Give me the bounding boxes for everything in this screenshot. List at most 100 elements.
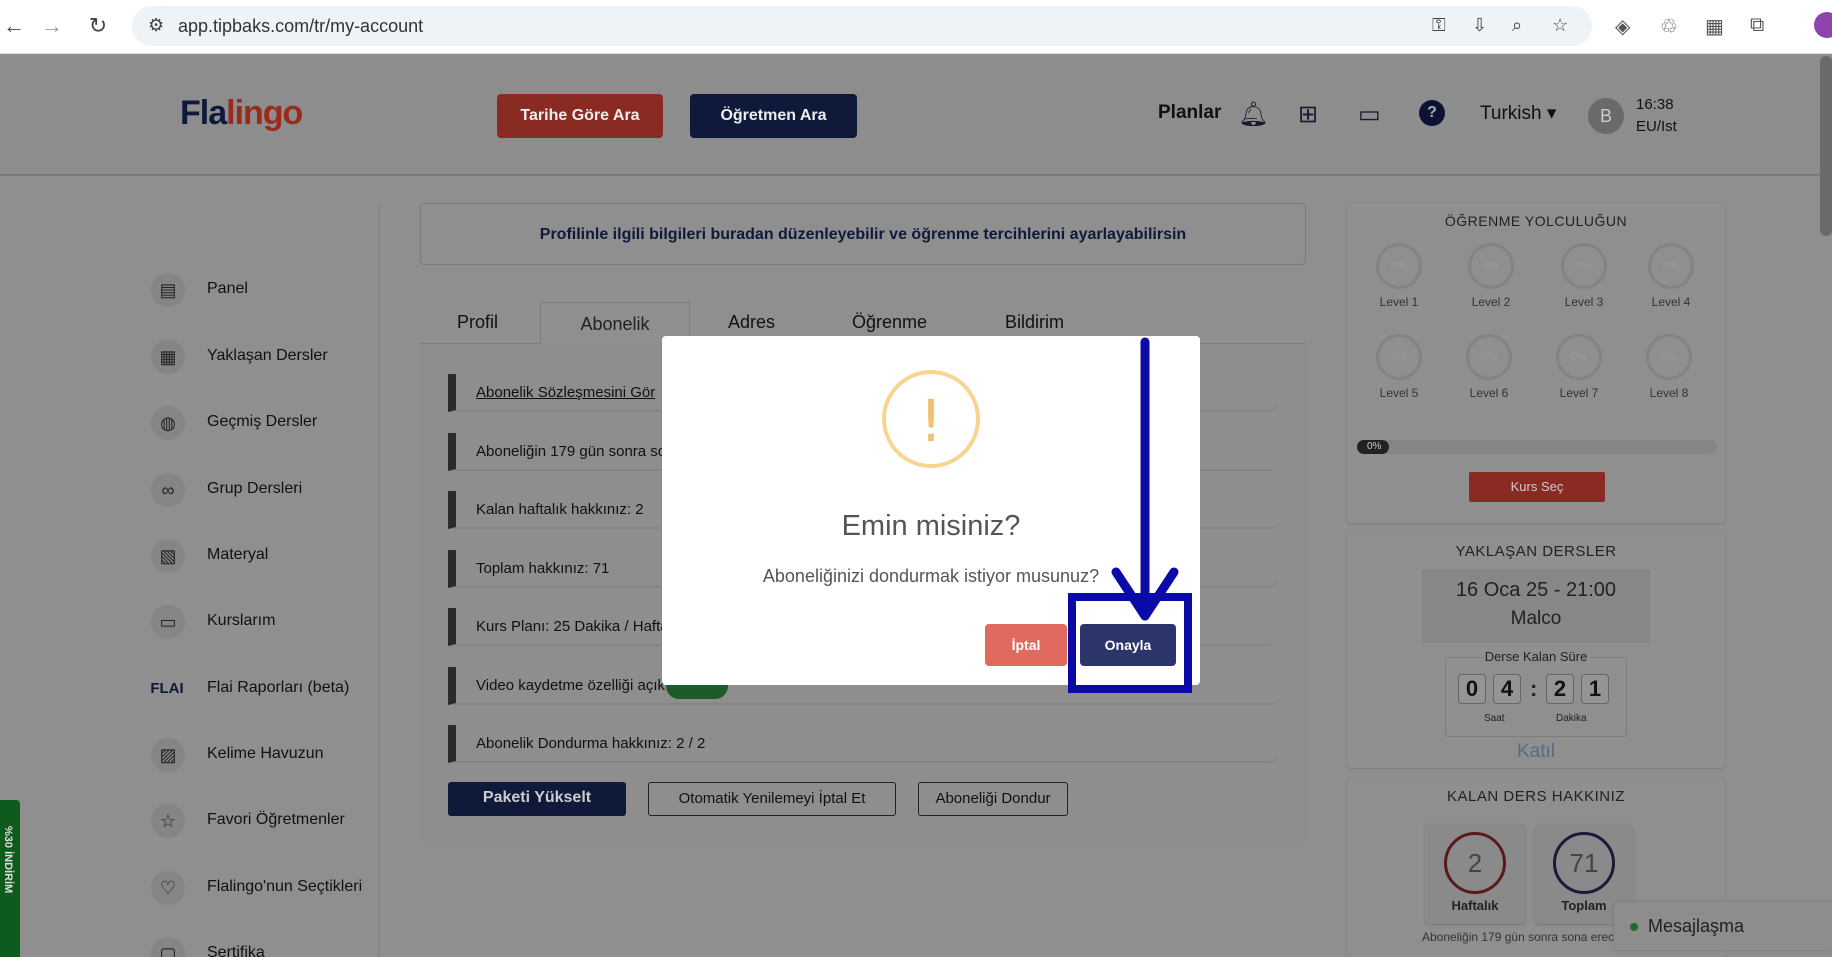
qr-code-icon[interactable]: ▦ [1705,14,1724,39]
sidebar-item-certificate[interactable]: ▢ Sertifika [151,933,381,957]
sidebar-item-group-lessons[interactable]: ∞ Grup Dersleri [151,469,381,509]
bookmark-star-icon[interactable]: ☆ [1552,15,1568,36]
level-badge[interactable]: 0% Level 6 [1465,334,1513,400]
level-badge[interactable]: 0% Level 7 [1555,334,1603,400]
browser-profile-avatar[interactable] [1814,12,1832,38]
sidebar-item-flai-reports[interactable]: FLAI Flai Raporları (beta) [150,668,381,708]
subscription-expiry-text: Aboneliğin 179 gün sonra so [476,443,667,460]
sidebar: ▤ Panel ▦ Yaklaşan Dersler ◍ Geçmiş Ders… [137,203,380,957]
countdown-separator: : [1530,676,1538,701]
forward-icon[interactable]: → [38,12,66,40]
group-icon: ∞ [151,473,185,507]
document-icon: ▧ [151,539,185,573]
sidebar-item-panel[interactable]: ▤ Panel [151,269,381,309]
plans-link[interactable]: Planlar [1158,102,1221,124]
annotation-arrow-icon [1111,337,1179,621]
reload-icon[interactable]: ↻ [84,12,112,40]
sidebar-item-past-lessons[interactable]: ◍ Geçmiş Dersler [151,402,381,442]
sidebar-item-material[interactable]: ▧ Materyal [151,535,381,575]
cancel-auto-renew-button[interactable]: Otomatik Yenilemeyi İptal Et [648,782,896,816]
sidebar-item-label: Materyal [207,546,269,563]
course-plan-text: Kurs Planı: 25 Dakika / Hafta [476,618,669,635]
search-by-date-button[interactable]: Tarihe Göre Ara [497,94,663,138]
gift-icon[interactable]: ⊞ [1298,100,1318,129]
sidebar-item-label: Flai Raporları (beta) [207,679,350,696]
sidebar-item-upcoming-lessons[interactable]: ▦ Yaklaşan Dersler [151,336,381,376]
extensions-puzzle-icon[interactable]: ⧉ [1750,14,1764,37]
countdown-unit-minutes: Dakika [1556,713,1587,724]
countdown-digit: 0 [1458,674,1486,704]
tab-notification[interactable]: Bildirim [1005,312,1064,333]
language-dropdown[interactable]: Turkish ▾ [1480,102,1556,125]
site-settings-icon[interactable]: ⚙ [148,15,164,36]
certificate-icon: ▢ [151,937,185,957]
level-badge[interactable]: 0% Level 8 [1645,334,1693,400]
next-lesson-date: 16 Oca 25 - 21:00 [1455,579,1617,601]
total-quota-value: 71 [1553,832,1615,894]
zoom-icon[interactable]: ⌕ [1512,15,1522,36]
sidebar-item-favorite-teachers[interactable]: ☆ Favori Öğretmenler [151,800,381,840]
tab-learning[interactable]: Öğrenme [852,312,927,333]
journey-progress-bar: 0% [1357,440,1717,454]
message-icon[interactable]: ▭ [1358,100,1381,129]
back-icon[interactable]: ← [0,12,28,40]
online-status-dot [1630,923,1638,931]
countdown: Derse Kalan Süre 0 4 : 2 1 Saat Dakika [1445,649,1627,737]
install-app-icon[interactable]: ⇩ [1472,15,1487,36]
word-pool-icon: ▨ [151,738,185,772]
select-course-button[interactable]: Kurs Seç [1469,472,1605,502]
password-key-icon[interactable]: ⚿ [1432,15,1446,36]
freeze-subscription-button[interactable]: Aboneliği Dondur [918,782,1068,816]
learning-journey-title: ÖĞRENME YOLCULUĞUN [1444,213,1628,229]
extension-icon[interactable]: ◈ [1615,14,1630,39]
upgrade-package-button[interactable]: Paketi Yükselt [448,782,626,816]
bell-icon[interactable]: 🔔︎ [1238,100,1268,129]
sidebar-item-my-courses[interactable]: ▭ Kurslarım [151,601,381,641]
star-icon: ☆ [151,804,185,838]
messaging-widget[interactable]: Mesajlaşma [1614,902,1832,950]
cancel-button[interactable]: İptal [985,624,1067,666]
sidebar-item-label: Panel [207,280,248,297]
info-banner: Profilinle ilgili bilgileri buradan düze… [420,203,1306,265]
dashboard-icon: ▤ [151,273,185,307]
next-lesson-box: 16 Oca 25 - 21:00 Malco [1422,569,1650,643]
flalingo-logo[interactable]: Flalingo [180,94,303,133]
recycle-extension-icon[interactable]: ♲ [1660,14,1678,39]
messaging-label: Mesajlaşma [1648,916,1745,936]
sidebar-item-label: Favori Öğretmenler [207,811,345,828]
learning-journey-card: ÖĞRENME YOLCULUĞUN 0% Level 1 0% Level 2 0… [1347,203,1725,523]
upcoming-lessons-title: YAKLAŞAN DERSLER [1455,543,1617,560]
tab-profile[interactable]: Profil [457,312,498,333]
clock-timezone: EU/Ist [1636,118,1677,135]
sidebar-item-label: Kurslarım [207,612,276,629]
sidebar-item-label: Geçmiş Dersler [207,413,318,430]
subscription-contract-link[interactable]: Abonelik Sözleşmesini Gör [476,384,655,401]
search-teacher-button[interactable]: Öğretmen Ara [690,94,857,138]
level-badge[interactable]: 0% Level 5 [1375,334,1423,400]
discount-tab[interactable]: %30 İNDİRİM [0,800,20,957]
level-badge[interactable]: 0% Level 3 [1560,243,1608,309]
level-badge[interactable]: 0% Level 4 [1647,243,1695,309]
avatar[interactable]: B [1588,98,1624,134]
sidebar-item-label: Yaklaşan Dersler [207,347,328,364]
help-icon[interactable]: ? [1419,100,1445,126]
join-lesson-button[interactable]: Katıl [1347,741,1725,763]
remaining-quota-title: KALAN DERS HAKKINIZ [1447,788,1625,805]
level-badge[interactable]: 0% Level 2 [1467,243,1515,309]
level-badge[interactable]: 0% Level 1 [1375,243,1423,309]
sidebar-item-picks[interactable]: ♡ Flalingo'nun Seçtikleri [151,867,381,907]
sidebar-item-label: Sertifika [207,944,265,957]
next-lesson-teacher: Malco [1510,608,1562,629]
countdown-digit: 4 [1493,674,1521,704]
discount-label: %30 İNDİRİM [2,826,14,894]
tab-address[interactable]: Adres [728,312,775,333]
url-text[interactable]: app.tipbaks.com/tr/my-account [178,16,423,37]
globe-icon: ◍ [151,406,185,440]
site-header: Flalingo Tarihe Göre Ara Öğretmen Ara Pl… [0,54,1832,176]
address-bar[interactable]: ⚙ app.tipbaks.com/tr/my-account ⚿ ⇩ ⌕ ☆ [132,6,1592,46]
weekly-quota: 2 Haftalık [1425,824,1525,924]
upcoming-lessons-card: YAKLAŞAN DERSLER 16 Oca 25 - 21:00 Malco… [1347,533,1725,768]
sidebar-item-word-pool[interactable]: ▨ Kelime Havuzun [151,734,381,774]
monitor-icon: ▭ [151,605,185,639]
page-scrollbar[interactable] [1820,56,1832,236]
